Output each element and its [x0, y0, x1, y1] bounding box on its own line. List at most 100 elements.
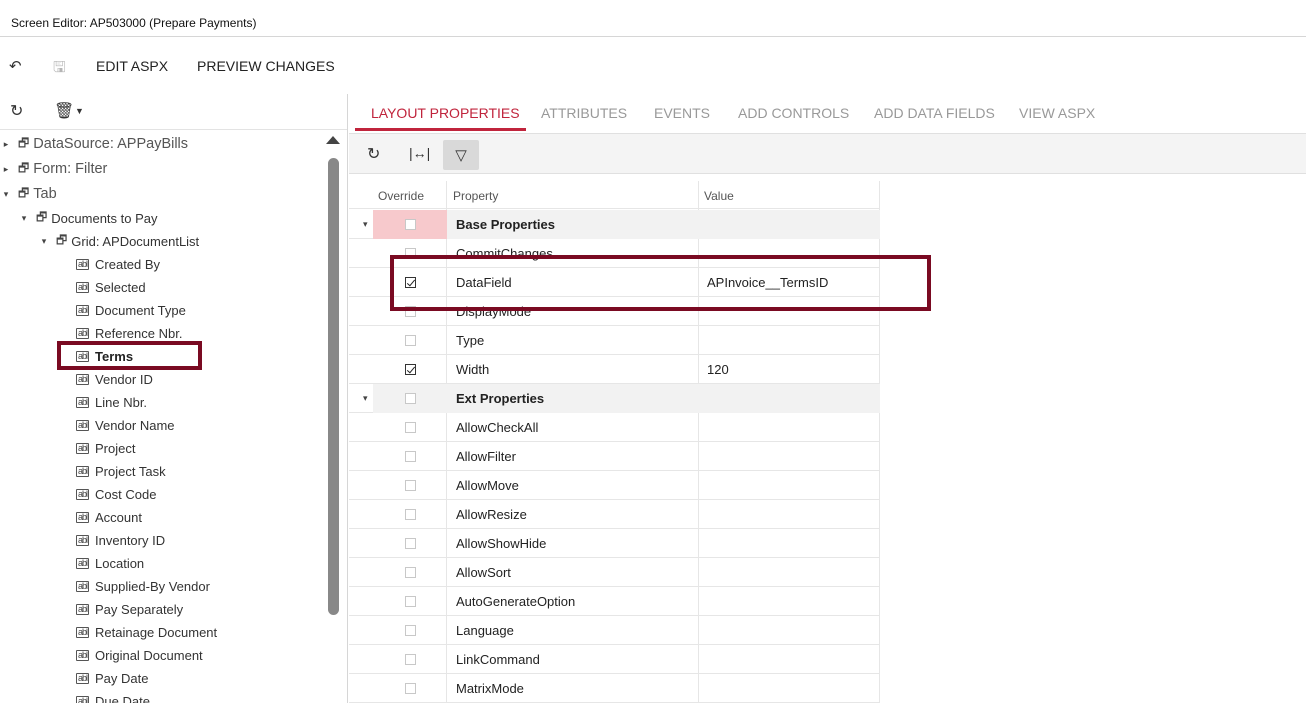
fit-width-icon[interactable]: |↔|: [409, 145, 430, 161]
table-row[interactable]: AllowShowHide: [349, 529, 880, 558]
tree-node-field[interactable]: abl Retainage Document: [76, 622, 217, 642]
field-icon: abl: [76, 281, 90, 293]
container-icon: 🗗: [18, 135, 30, 150]
group-row-ext-properties[interactable]: ▾ Ext Properties: [349, 384, 880, 413]
chevron-down-icon[interactable]: ▾: [0, 189, 12, 200]
tree-node-field[interactable]: abl Inventory ID: [76, 530, 165, 550]
tree-node-field[interactable]: abl Reference Nbr.: [76, 323, 182, 343]
chevron-down-icon[interactable]: ▼: [75, 106, 84, 116]
field-icon: abl: [76, 557, 90, 569]
override-checkbox[interactable]: [404, 567, 416, 578]
override-checkbox[interactable]: [404, 335, 416, 346]
column-header-override[interactable]: Override: [378, 181, 424, 210]
override-checkbox[interactable]: [404, 538, 416, 549]
tab-add-controls[interactable]: ADD CONTROLS: [738, 105, 849, 121]
scroll-up-arrow-icon[interactable]: [326, 136, 340, 144]
filter-button[interactable]: ▽: [443, 140, 479, 170]
table-row[interactable]: Width 120: [349, 355, 880, 384]
tree-node-field[interactable]: abl Cost Code: [76, 484, 156, 504]
property-name: Width: [456, 362, 490, 377]
override-checkbox[interactable]: [404, 364, 416, 375]
tree-node-field[interactable]: abl Supplied-By Vendor: [76, 576, 210, 596]
control-tree: ▸ 🗗 DataSource: APPayBills ▸ 🗗 Form: Filter …: [0, 132, 325, 703]
chevron-right-icon[interactable]: ▸: [0, 164, 12, 175]
tab-add-data-fields[interactable]: ADD DATA FIELDS: [874, 105, 995, 121]
override-checkbox[interactable]: [404, 219, 416, 230]
tree-node-field[interactable]: abl Pay Separately: [76, 599, 183, 619]
override-checkbox[interactable]: [404, 509, 416, 520]
table-row[interactable]: AllowCheckAll: [349, 413, 880, 442]
tree-node-field[interactable]: abl Document Type: [76, 300, 186, 320]
override-checkbox[interactable]: [404, 451, 416, 462]
tree-node-field[interactable]: abl Pay Date: [76, 668, 149, 688]
property-name: AllowMove: [456, 478, 519, 493]
chevron-down-icon[interactable]: ▾: [18, 213, 30, 224]
tree-node-datasource[interactable]: ▸ 🗗 DataSource: APPayBills: [0, 134, 188, 154]
tree-node-field[interactable]: abl Created By: [76, 254, 160, 274]
tree-node-grid[interactable]: ▾ 🗗 Grid: APDocumentList: [38, 231, 199, 251]
refresh-icon[interactable]: ↻: [367, 144, 380, 164]
preview-changes-button[interactable]: PREVIEW CHANGES: [197, 58, 335, 74]
table-row[interactable]: AutoGenerateOption: [349, 587, 880, 616]
tab-events[interactable]: EVENTS: [654, 105, 710, 121]
tab-layout-properties[interactable]: LAYOUT PROPERTIES: [371, 105, 520, 121]
field-icon: abl: [76, 534, 90, 546]
refresh-icon[interactable]: ↻: [10, 101, 23, 121]
scrollbar-thumb[interactable]: [328, 158, 339, 615]
edit-aspx-button[interactable]: EDIT ASPX: [96, 58, 168, 74]
field-icon: abl: [76, 649, 90, 661]
tree-node-field[interactable]: abl Project Task: [76, 461, 166, 481]
override-checkbox[interactable]: [404, 596, 416, 607]
tab-view-aspx[interactable]: VIEW ASPX: [1019, 105, 1095, 121]
tree-node-field[interactable]: abl Account: [76, 507, 142, 527]
table-row[interactable]: AllowResize: [349, 500, 880, 529]
override-checkbox[interactable]: [404, 625, 416, 636]
field-icon: abl: [76, 511, 90, 523]
override-checkbox[interactable]: [404, 393, 416, 404]
tree-node-field[interactable]: abl Selected: [76, 277, 146, 297]
tab-attributes[interactable]: ATTRIBUTES: [541, 105, 627, 121]
field-icon: abl: [76, 488, 90, 500]
terms-highlight-box: [57, 341, 202, 370]
tree-node-documents-to-pay[interactable]: ▾ 🗗 Documents to Pay: [18, 208, 158, 228]
property-value[interactable]: 120: [707, 355, 729, 384]
override-checkbox[interactable]: [404, 683, 416, 694]
property-name: LinkCommand: [456, 652, 540, 667]
undo-icon[interactable]: ↶: [9, 57, 22, 75]
override-checkbox[interactable]: [404, 422, 416, 433]
chevron-right-icon[interactable]: ▸: [0, 139, 12, 150]
save-icon[interactable]: 🖫: [53, 57, 66, 82]
tree-node-field[interactable]: abl Vendor ID: [76, 369, 153, 389]
group-row-base-properties[interactable]: ▾ Base Properties: [349, 210, 880, 239]
chevron-down-icon[interactable]: ▾: [38, 236, 50, 247]
tree-node-form[interactable]: ▸ 🗗 Form: Filter: [0, 159, 108, 179]
property-name: AllowFilter: [456, 449, 516, 464]
delete-icon[interactable]: 🗑: [54, 101, 74, 121]
tree-node-field[interactable]: abl Line Nbr.: [76, 392, 147, 412]
tree-node-field[interactable]: abl Vendor Name: [76, 415, 175, 435]
tree-node-field[interactable]: abl Original Document: [76, 645, 203, 665]
table-row[interactable]: Type: [349, 326, 880, 355]
table-row[interactable]: AllowMove: [349, 471, 880, 500]
tree-node-field[interactable]: abl Project: [76, 438, 135, 458]
control-tree-pane: ↻ 🗑 ▼ ▸ 🗗 DataSource: APPayBills ▸ 🗗 Form: F…: [0, 94, 348, 703]
tree-node-field[interactable]: abl Location: [76, 553, 144, 573]
override-checkbox[interactable]: [404, 480, 416, 491]
column-header-property[interactable]: Property: [453, 181, 498, 210]
field-icon: abl: [76, 465, 90, 477]
tree-node-field[interactable]: abl Due Date: [76, 691, 150, 703]
table-row[interactable]: MatrixMode: [349, 674, 880, 703]
override-checkbox[interactable]: [404, 654, 416, 665]
container-icon: 🗗: [18, 185, 30, 200]
active-tab-indicator: [355, 128, 526, 131]
field-icon: abl: [76, 626, 90, 638]
tree-node-tab[interactable]: ▾ 🗗 Tab: [0, 184, 57, 204]
table-row[interactable]: LinkCommand: [349, 645, 880, 674]
table-row[interactable]: AllowFilter: [349, 442, 880, 471]
table-row[interactable]: AllowSort: [349, 558, 880, 587]
column-header-value[interactable]: Value: [704, 181, 734, 210]
field-icon: abl: [76, 396, 90, 408]
window-title-bar: Screen Editor: AP503000 (Prepare Payment…: [0, 0, 1306, 37]
table-row[interactable]: Language: [349, 616, 880, 645]
tree-scrollbar[interactable]: [326, 136, 340, 703]
